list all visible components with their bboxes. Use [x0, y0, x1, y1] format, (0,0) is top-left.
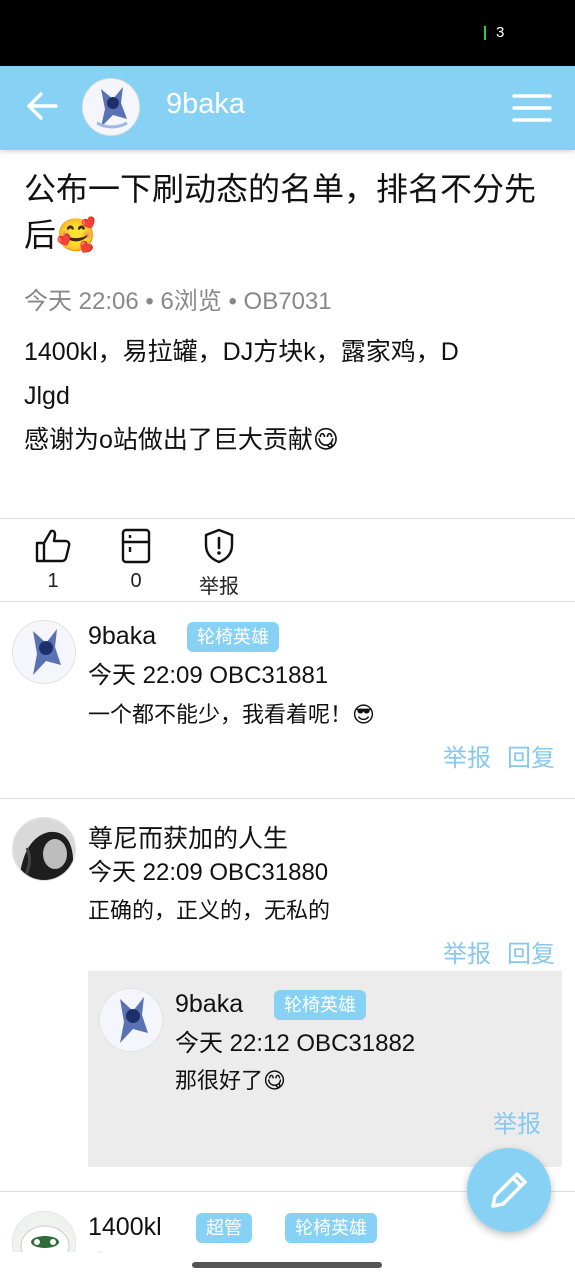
fridge-icon	[121, 528, 151, 564]
post-body-line: Jlgd	[24, 382, 70, 410]
post-body: 1400kl，易拉罐，DJ方块k，露家鸡，D Jlgd 感谢为o站做出了巨大贡献…	[24, 330, 549, 462]
user-badge: 轮椅英雄	[274, 990, 366, 1020]
compose-button[interactable]	[467, 1148, 551, 1232]
avatar-image	[13, 818, 75, 880]
fridge-count: 0	[130, 570, 142, 592]
like-button[interactable]: 1	[18, 528, 88, 593]
user-badge: 轮椅英雄	[285, 1213, 377, 1243]
reply-text: 那很好了😋	[175, 1068, 286, 1093]
commenter-name[interactable]: 1400kl	[88, 1213, 162, 1242]
commenter-name[interactable]: 9baka	[88, 622, 156, 651]
pencil-icon	[491, 1172, 527, 1208]
avatar-image	[83, 79, 139, 135]
author-avatar[interactable]	[82, 78, 140, 136]
home-indicator[interactable]	[192, 1262, 382, 1268]
hamburger-menu-icon	[512, 94, 552, 122]
comment-report-link[interactable]: 举报	[443, 738, 491, 773]
reply-name[interactable]: 9baka	[175, 990, 243, 1019]
comment-text: 一个都不能少，我看着呢！😎	[88, 702, 375, 727]
user-badge: 超管	[196, 1213, 252, 1243]
divider	[0, 518, 575, 519]
user-badge: 轮椅英雄	[187, 622, 279, 652]
comment-meta: 今天 22:09 OBC31881	[88, 662, 329, 689]
commenter-avatar[interactable]	[12, 620, 76, 684]
thumbs-up-icon	[35, 529, 71, 563]
status-bar: 3	[0, 0, 575, 66]
signal-icon	[484, 26, 486, 40]
comment-reply-link[interactable]: 回复	[507, 738, 555, 773]
menu-button[interactable]	[512, 90, 552, 126]
reply-meta: 今天 22:12 OBC31882	[175, 1030, 416, 1057]
reply-report-link[interactable]: 举报	[493, 1104, 541, 1139]
post-title: 公布一下刷动态的名单，排名不分先后🥰	[24, 171, 537, 253]
divider	[0, 798, 575, 799]
comment-report-link[interactable]: 举报	[443, 934, 491, 969]
post-meta: 今天 22:06 • 6浏览 • OB7031	[24, 288, 332, 315]
comment-meta: 今天 22:09 OBC31880	[88, 859, 329, 886]
post-body-line: 感谢为o站做出了巨大贡献😋	[24, 426, 339, 454]
comment-reply-link[interactable]: 回复	[507, 934, 555, 969]
back-button[interactable]	[22, 86, 62, 126]
shield-alert-icon	[204, 528, 234, 564]
like-count: 1	[47, 570, 59, 592]
commenter-avatar[interactable]	[12, 817, 76, 881]
comment-text: 正确的，正义的，无私的	[88, 898, 331, 923]
avatar-image	[100, 989, 162, 1051]
report-button[interactable]: 举报	[184, 528, 254, 599]
avatar-image	[13, 621, 75, 683]
post-body-line: 1400kl，易拉罐，DJ方块k，露家鸡，D	[24, 338, 459, 366]
arrow-left-icon	[27, 92, 58, 120]
commenter-name[interactable]: 尊尼而获加的人生	[88, 819, 288, 855]
app-bar: 9baka	[0, 66, 575, 150]
divider	[0, 601, 575, 602]
reply-avatar[interactable]	[99, 988, 163, 1052]
fridge-button[interactable]: 0	[101, 528, 171, 593]
status-number: 3	[496, 24, 505, 41]
report-label: 举报	[199, 576, 239, 598]
page-title: 9baka	[166, 88, 246, 120]
